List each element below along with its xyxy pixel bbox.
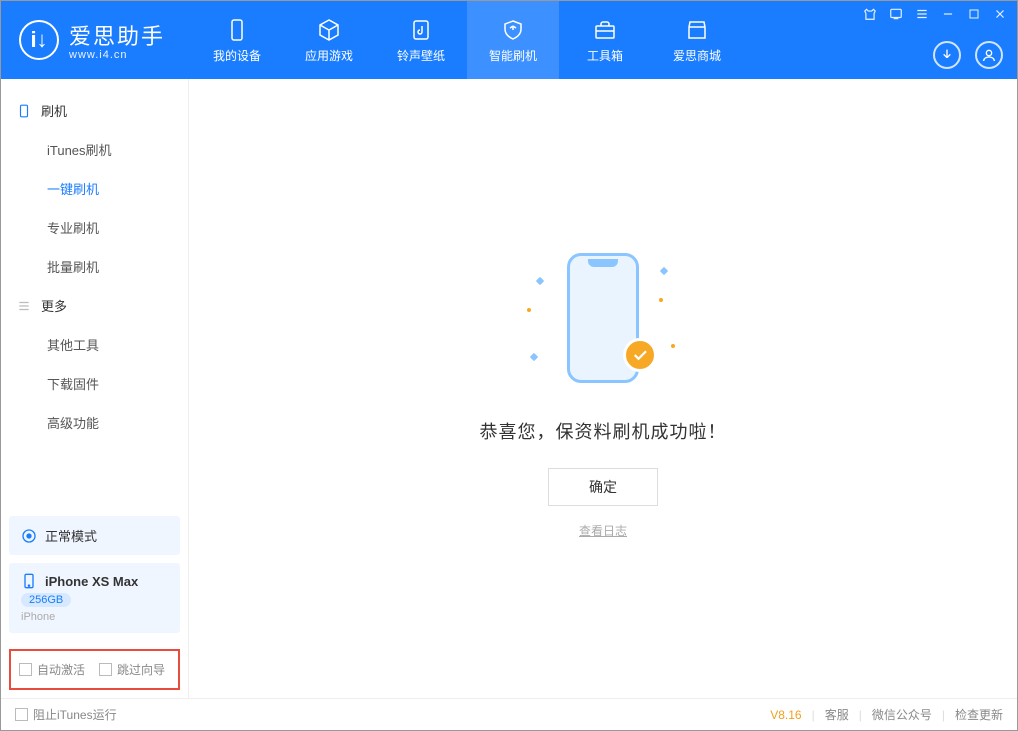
group-title: 刷机 [41,101,67,120]
maximize-icon[interactable] [965,5,983,23]
checkbox-icon [99,663,112,676]
block-itunes-label: 阻止iTunes运行 [33,706,117,723]
device-capacity: 256GB [21,593,71,607]
menu-icon[interactable] [913,5,931,23]
sidebar-device-section: 正常模式 iPhone XS Max 256GB iPhone [1,508,188,641]
checkbox-icon [15,708,28,721]
user-button[interactable] [975,41,1003,69]
header: i↓ 爱思助手 www.i4.cn 我的设备 应用游戏 铃声壁纸 智能刷机 [1,1,1017,79]
nav-label: 工具箱 [587,47,623,64]
sidebar-group-flash: 刷机 [1,91,188,130]
nav-tab-apps[interactable]: 应用游戏 [283,1,375,79]
window-controls [861,5,1009,23]
mode-card[interactable]: 正常模式 [9,516,180,555]
nav-label: 我的设备 [213,47,261,64]
phone-icon [17,104,31,118]
view-log-link[interactable]: 查看日志 [579,522,627,539]
nav-tab-ringtone[interactable]: 铃声壁纸 [375,1,467,79]
music-icon [408,17,434,43]
body: 刷机 iTunes刷机 一键刷机 专业刷机 批量刷机 更多 其他工具 下载固件 … [1,79,1017,698]
app-name: 爱思助手 [69,19,165,51]
footer: 阻止iTunes运行 V8.16 | 客服 | 微信公众号 | 检查更新 [1,698,1017,730]
block-itunes-checkbox[interactable]: 阻止iTunes运行 [15,706,117,723]
cube-icon [316,17,342,43]
sidebar-item-pro-flash[interactable]: 专业刷机 [1,208,188,247]
nav-tab-store[interactable]: 爱思商城 [651,1,743,79]
sidebar-item-download-fw[interactable]: 下载固件 [1,364,188,403]
shield-icon [500,17,526,43]
footer-link-update[interactable]: 检查更新 [955,706,1003,723]
nav-tab-flash[interactable]: 智能刷机 [467,1,559,79]
sidebar-item-itunes-flash[interactable]: iTunes刷机 [1,130,188,169]
auto-activate-checkbox[interactable]: 自动激活 [19,661,85,678]
device-phone-icon [21,573,37,589]
skip-guide-label: 跳过向导 [117,661,165,678]
nav-tabs: 我的设备 应用游戏 铃声壁纸 智能刷机 工具箱 爱思商城 [191,1,743,79]
device-card[interactable]: iPhone XS Max 256GB iPhone [9,563,180,633]
phone-icon [224,17,250,43]
download-button[interactable] [933,41,961,69]
app-window: i↓ 爱思助手 www.i4.cn 我的设备 应用游戏 铃声壁纸 智能刷机 [0,0,1018,731]
list-icon [17,299,31,313]
sidebar: 刷机 iTunes刷机 一键刷机 专业刷机 批量刷机 更多 其他工具 下载固件 … [1,79,189,698]
auto-activate-label: 自动激活 [37,661,85,678]
device-type: iPhone [21,611,168,623]
nav-tab-toolbox[interactable]: 工具箱 [559,1,651,79]
sidebar-item-other-tools[interactable]: 其他工具 [1,325,188,364]
nav-label: 铃声壁纸 [397,47,445,64]
sidebar-item-batch-flash[interactable]: 批量刷机 [1,247,188,286]
logo-area: i↓ 爱思助手 www.i4.cn [1,1,183,79]
nav-label: 应用游戏 [305,47,353,64]
nav-label: 智能刷机 [489,47,537,64]
close-icon[interactable] [991,5,1009,23]
confirm-button[interactable]: 确定 [548,468,658,506]
footer-link-service[interactable]: 客服 [825,706,849,723]
header-right-buttons [933,41,1003,69]
skin-icon[interactable] [861,5,879,23]
version-label: V8.16 [770,708,801,722]
minimize-icon[interactable] [939,5,957,23]
sidebar-group-more: 更多 [1,286,188,325]
sidebar-item-oneclick-flash[interactable]: 一键刷机 [1,169,188,208]
device-name: iPhone XS Max [45,574,138,589]
nav-label: 爱思商城 [673,47,721,64]
mode-icon [21,528,37,544]
main-content: 恭喜您，保资料刷机成功啦！ 确定 查看日志 [189,79,1017,698]
app-site: www.i4.cn [69,49,165,61]
sidebar-bottom-checks: 自动激活 跳过向导 [9,649,180,690]
success-illustration [523,238,683,398]
footer-link-wechat[interactable]: 微信公众号 [872,706,932,723]
checkbox-icon [19,663,32,676]
nav-tab-device[interactable]: 我的设备 [191,1,283,79]
check-badge-icon [623,338,657,372]
success-message: 恭喜您，保资料刷机成功啦！ [480,418,727,444]
feedback-icon[interactable] [887,5,905,23]
logo-icon: i↓ [19,20,59,60]
store-icon [684,17,710,43]
mode-label: 正常模式 [45,526,97,545]
skip-guide-checkbox[interactable]: 跳过向导 [99,661,165,678]
group-title: 更多 [41,296,67,315]
sidebar-item-advanced[interactable]: 高级功能 [1,403,188,442]
toolbox-icon [592,17,618,43]
